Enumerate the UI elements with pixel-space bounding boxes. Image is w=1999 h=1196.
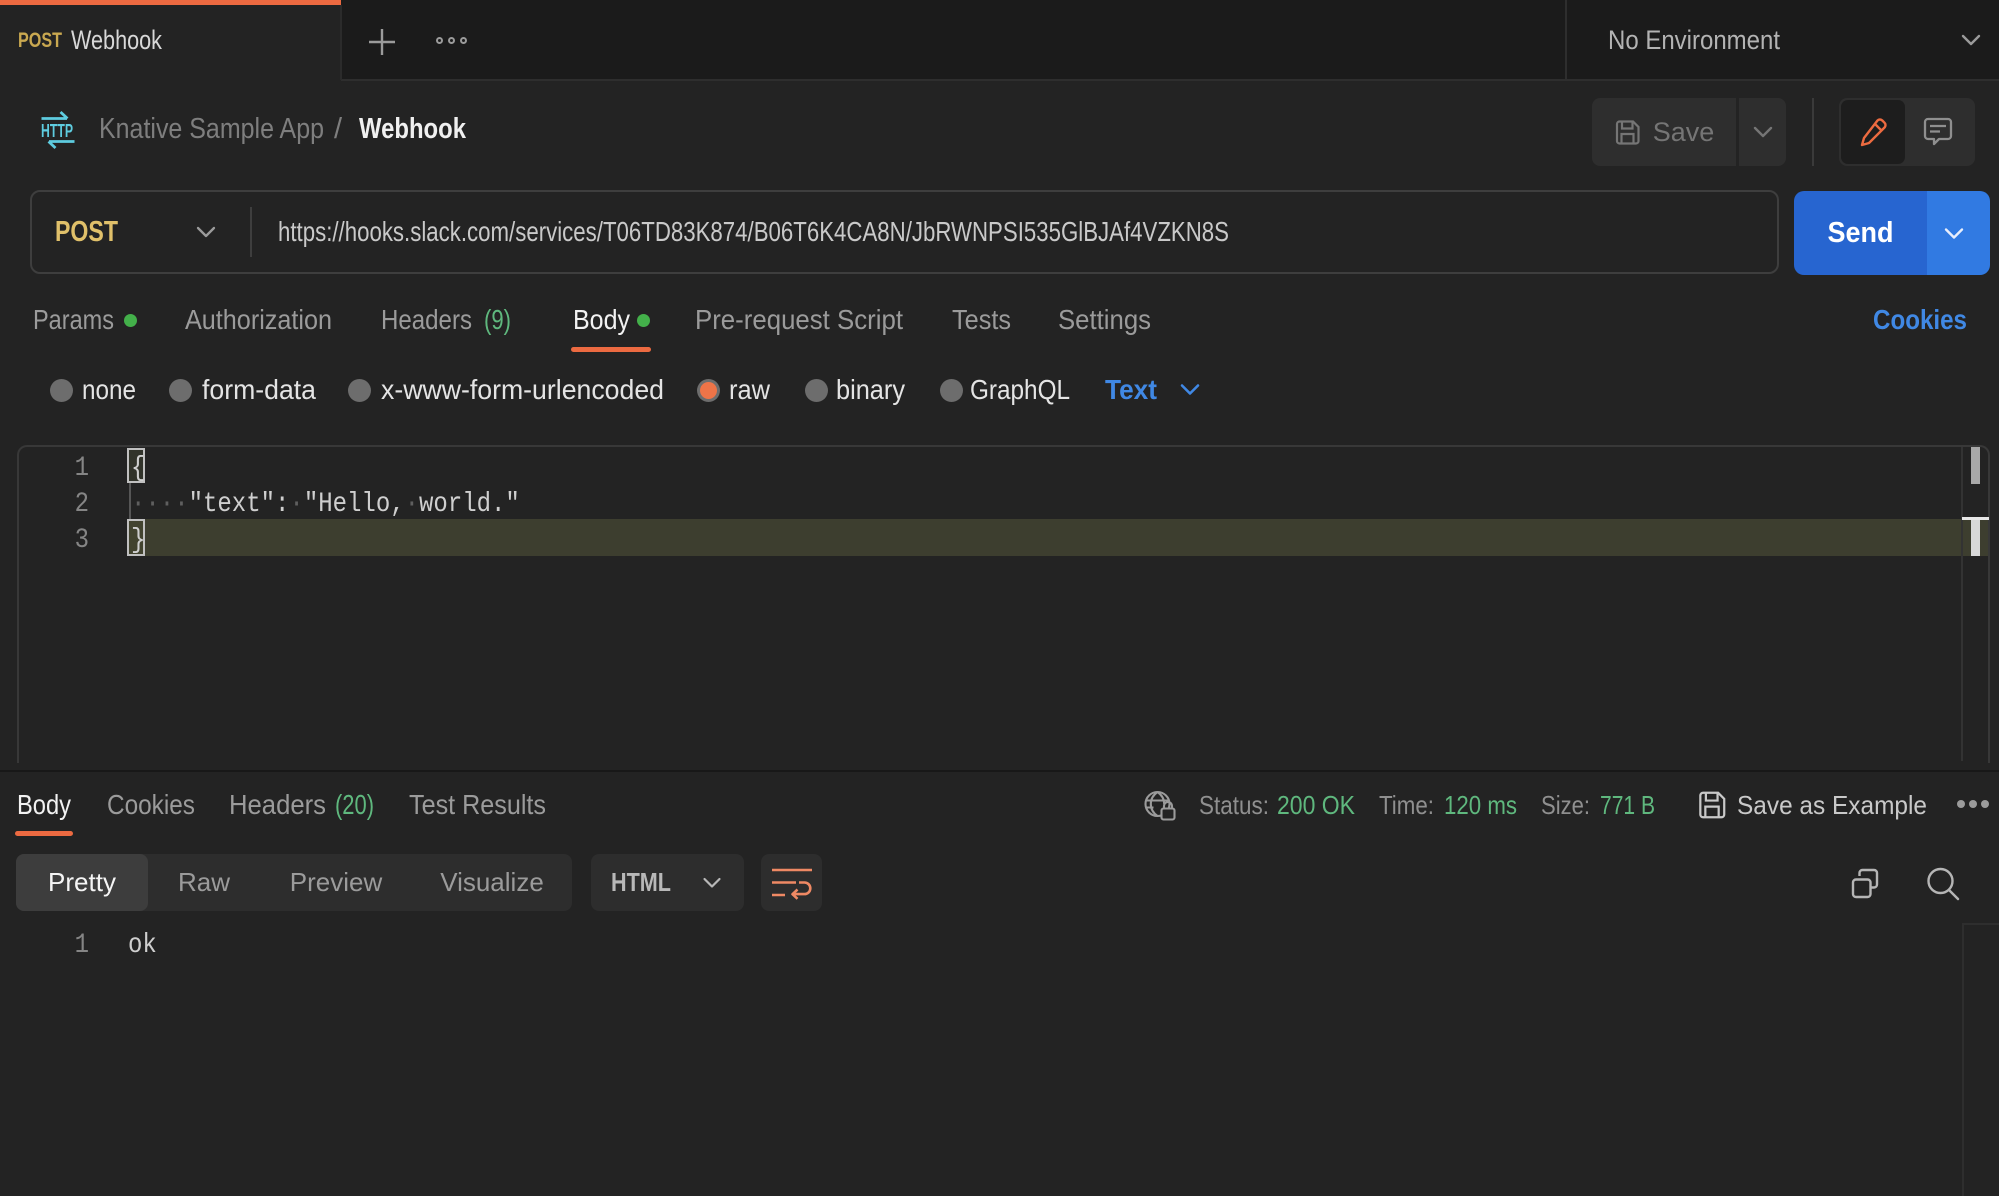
svg-text:HTTP: HTTP xyxy=(41,121,73,141)
